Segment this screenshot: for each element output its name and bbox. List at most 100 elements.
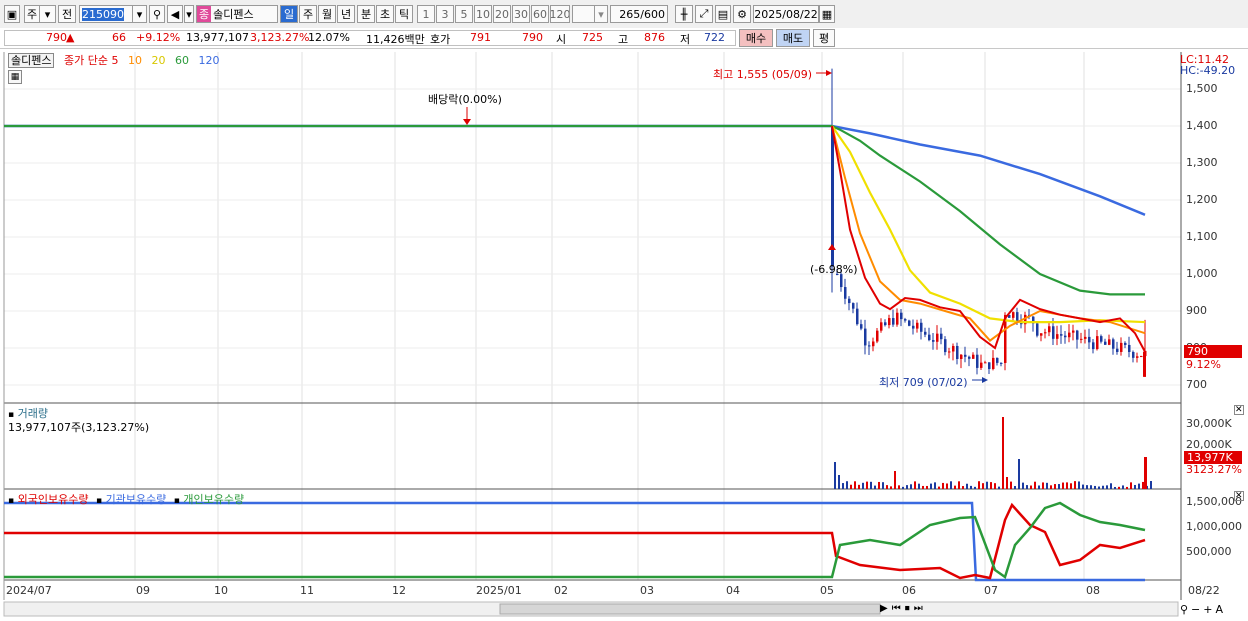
volume-bar — [982, 483, 984, 489]
volume-bar — [1114, 486, 1116, 489]
candle-body — [876, 330, 879, 342]
candle-icon[interactable]: ╫ — [675, 5, 693, 23]
window-icon[interactable]: ▣ — [4, 5, 20, 23]
volume-bar — [1066, 482, 1068, 489]
ma-title: 종가 단순 — [63, 54, 108, 67]
tab-year-label: 년 — [340, 8, 352, 21]
tick-label: 60 — [533, 7, 547, 21]
tick-20[interactable]: 20 — [493, 5, 511, 23]
candle-body — [948, 351, 951, 353]
volume-bar — [930, 483, 932, 489]
candle-body — [1036, 323, 1039, 336]
date-field[interactable]: 2025/08/22 — [753, 5, 819, 23]
code-input[interactable]: 215090 — [79, 5, 133, 23]
candle-body — [1068, 332, 1071, 338]
count-value: 265 — [619, 7, 641, 21]
volume-bar — [1144, 457, 1147, 489]
volume-bar — [1050, 485, 1052, 489]
tab-day[interactable]: 일 — [280, 5, 298, 23]
candle-body — [932, 340, 935, 342]
candle-body — [956, 345, 959, 359]
y-tick: 1,200 — [1186, 193, 1218, 206]
candle-body — [900, 312, 903, 320]
chart-nav-buttons[interactable]: ▶⏮⏹⏭ — [880, 603, 927, 614]
y-tick: 1,300 — [1186, 156, 1218, 169]
draw-icon[interactable]: ⤢ — [695, 5, 713, 23]
sell-label: 매도 — [782, 32, 804, 45]
tab-tick[interactable]: 틱 — [395, 5, 413, 23]
chart-canvas[interactable] — [0, 49, 1248, 621]
tick-5[interactable]: 5 — [455, 5, 473, 23]
scrollbar-thumb[interactable] — [499, 603, 881, 615]
volume-bar — [1126, 486, 1128, 489]
search-icon[interactable]: ⚲ — [149, 5, 165, 23]
volume-bar — [882, 482, 884, 489]
candle-body — [1052, 326, 1055, 339]
x-tick: 05 — [820, 584, 834, 597]
stock-name-field[interactable]: 종 솔디펜스 — [196, 5, 278, 23]
volume-bar — [850, 484, 852, 489]
ma120-label: 120 — [198, 54, 220, 67]
volume-bar — [1030, 485, 1032, 489]
gear-icon[interactable]: ⚙ — [733, 5, 751, 23]
volume-bar — [870, 481, 872, 489]
volume-bar — [986, 481, 988, 489]
amount-value: 11,426백만 — [366, 33, 425, 46]
tab-month[interactable]: 월 — [318, 5, 336, 23]
tab-second[interactable]: 초 — [376, 5, 394, 23]
y-tick: 1,400 — [1186, 119, 1218, 132]
legend-row: 솔디펜스 종가 단순 5 10 20 60 120 — [8, 52, 219, 68]
stock-label[interactable]: 솔디펜스 — [8, 53, 55, 68]
y-tick: 1,100 — [1186, 230, 1218, 243]
chevron-down-icon[interactable]: ▾ — [40, 5, 56, 23]
dividend-note: 배당락(0.00%) — [428, 93, 502, 106]
up-arrow-icon: ▲ — [66, 31, 75, 44]
candle-body — [1140, 356, 1143, 358]
buy-button[interactable]: 매수 — [739, 29, 773, 47]
eval-button[interactable]: 평 — [813, 29, 835, 47]
bid2-value: 790 — [522, 31, 543, 44]
candle-body — [1080, 338, 1083, 340]
tick-30[interactable]: 30 — [512, 5, 530, 23]
candle-body — [1060, 334, 1063, 336]
count-field[interactable]: 265/600 — [610, 5, 668, 23]
volume-bar — [1018, 459, 1020, 489]
toolbar: ▣ 주 ▾ 전 215090 ▾ ⚲ ◀ ▾ 종 솔디펜스 일 주 월 년 분 … — [0, 0, 1248, 29]
tab-week[interactable]: 주 — [299, 5, 317, 23]
sell-button[interactable]: 매도 — [776, 29, 810, 47]
table-icon[interactable]: ▦ — [8, 70, 22, 84]
chevron-down-icon[interactable]: ▾ — [184, 5, 194, 23]
speaker-icon[interactable]: ◀ — [167, 5, 183, 23]
close-icon[interactable]: ✕ — [1234, 405, 1244, 415]
candle-body — [972, 354, 975, 359]
chevron-down-icon[interactable]: ▾ — [133, 5, 147, 23]
volume-bar — [962, 486, 964, 489]
close-icon[interactable]: ✕ — [1234, 491, 1244, 501]
tick-60[interactable]: 60 — [531, 5, 549, 23]
volume-bar — [938, 486, 940, 489]
save-icon[interactable]: ▤ — [715, 5, 731, 23]
volume-bar — [998, 486, 1000, 489]
volume-bar — [894, 471, 896, 489]
tab-minute[interactable]: 분 — [357, 5, 375, 23]
tick-label: 10 — [476, 7, 490, 21]
tick-1[interactable]: 1 — [417, 5, 435, 23]
price-tag: 790 — [1184, 345, 1242, 358]
volume-bar — [1086, 485, 1088, 489]
volume-pct-tag: 3123.27% — [1186, 463, 1242, 476]
volume-bar — [1118, 486, 1120, 489]
zoom-controls[interactable]: ⚲−+A — [1180, 603, 1226, 616]
tick-10[interactable]: 10 — [474, 5, 492, 23]
chevron-down-icon[interactable]: ▾ — [594, 5, 608, 23]
high-label: 고 — [618, 33, 629, 46]
prev-button[interactable]: 전 — [58, 5, 76, 23]
market-select[interactable]: 주 — [24, 5, 40, 23]
volume-pct: 3,123.27% — [250, 31, 310, 44]
tab-day-label: 일 — [283, 8, 295, 21]
tick-120[interactable]: 120 — [550, 5, 570, 23]
calendar-icon[interactable]: ▦ — [819, 5, 835, 23]
candle-body — [996, 357, 999, 363]
tab-year[interactable]: 년 — [337, 5, 355, 23]
candle-body — [968, 356, 971, 359]
tick-3[interactable]: 3 — [436, 5, 454, 23]
